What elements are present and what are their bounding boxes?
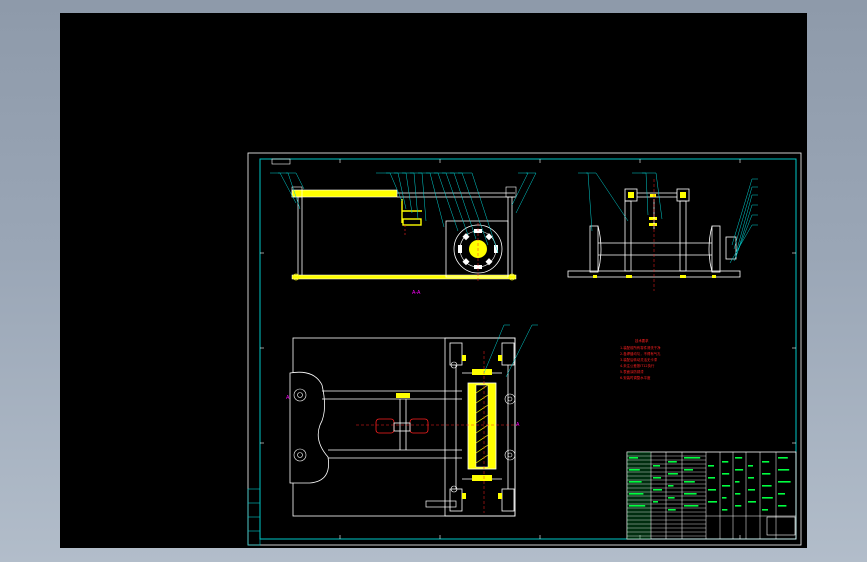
cam-plate (289, 371, 329, 484)
side-view-fasteners (593, 192, 716, 278)
parts-list-entry (668, 509, 676, 511)
parts-list-entry (748, 489, 755, 491)
svg-text:A: A (286, 395, 290, 401)
drawing-number-box (271, 158, 291, 165)
parts-list-entry (778, 493, 785, 495)
parts-list-entry (778, 457, 788, 459)
parts-list-entry (653, 465, 660, 467)
parts-list-entry (735, 493, 741, 495)
note-line: 5.表面涂防锈漆 (620, 369, 644, 374)
parts-list-entry (708, 477, 715, 479)
note-line: 6.安装时调整水平度 (620, 375, 651, 380)
parts-list-entry (778, 481, 791, 483)
parts-list-entry (748, 465, 753, 467)
parts-list-entry (762, 473, 771, 475)
top-beam (291, 189, 398, 198)
parts-list-entry (708, 465, 714, 467)
technical-notes: 技术要求 1.装配前所有零件清洗干净 2.各焊缝均匀，不得有气孔 3.装配后转动… (620, 338, 661, 380)
parts-list-entry (668, 485, 674, 487)
parts-list-entry (684, 493, 697, 495)
side-view (567, 172, 758, 291)
parts-list-entry (629, 469, 640, 471)
parts-list-entry (653, 477, 661, 479)
parts-list-entry (629, 505, 646, 507)
parts-list-entry (722, 485, 731, 487)
note-line: 2.各焊缝均匀，不得有气孔 (620, 351, 661, 356)
parts-list-entry (668, 473, 678, 475)
svg-text:A: A (516, 422, 520, 428)
parts-list-entry (762, 461, 770, 463)
top-view: A A (286, 324, 538, 517)
note-line: 1.装配前所有零件清洗干净 (620, 345, 661, 350)
parts-list-entry (629, 481, 642, 483)
section-label: A-A (412, 290, 421, 296)
top-view-leaders (483, 324, 538, 378)
parts-list-entry (629, 457, 638, 459)
parts-list-entry (735, 505, 742, 507)
parts-list-entry (668, 497, 675, 499)
parts-list-entry (735, 481, 740, 483)
parts-list-entry (722, 473, 730, 475)
cad-viewport[interactable]: A-A A A 技术要求 1.装配前所有零件清洗干净 2.各焊缝均匀，不得有气孔… (60, 13, 807, 548)
parts-list-entry (735, 457, 743, 459)
parts-list-entry (762, 497, 773, 499)
parts-list-entry (722, 497, 727, 499)
parts-list-entry (722, 509, 728, 511)
parts-list-entry (748, 501, 756, 503)
side-view-leaders (578, 172, 758, 264)
frame-zone-ticks (260, 159, 796, 539)
parts-list-entry (684, 505, 699, 507)
parts-list-entry (629, 493, 644, 495)
parts-list-entry (722, 461, 729, 463)
parts-list-entry (762, 509, 768, 511)
parts-list-entry (762, 485, 772, 487)
parts-list-entry (653, 501, 658, 503)
drawing-frame (247, 152, 802, 546)
binding-strip (247, 488, 261, 546)
parts-list-entry (684, 469, 693, 471)
title-block (626, 451, 797, 540)
parts-list-entry (735, 469, 744, 471)
parts-list-entry (668, 461, 677, 463)
parts-list-entry (684, 481, 695, 483)
parts-list-entry (708, 489, 716, 491)
note-line: 4.未注公差按IT12执行 (620, 363, 655, 368)
cad-drawing-sheet: A-A A A 技术要求 1.装配前所有零件清洗干净 2.各焊缝均匀，不得有气孔… (247, 152, 802, 546)
parts-list-entry (778, 505, 787, 507)
parts-list-entry (778, 469, 790, 471)
parts-list-entry (684, 457, 701, 459)
notes-title: 技术要求 (635, 338, 649, 343)
front-view-leaders (270, 172, 537, 254)
parts-list-entry (708, 501, 717, 503)
front-view: A-A (270, 172, 537, 296)
parts-list-rows (627, 455, 706, 537)
parts-list-entry (748, 477, 754, 479)
note-line: 3.装配后转动灵活无卡滞 (620, 357, 658, 362)
parts-list-entry (653, 489, 662, 491)
